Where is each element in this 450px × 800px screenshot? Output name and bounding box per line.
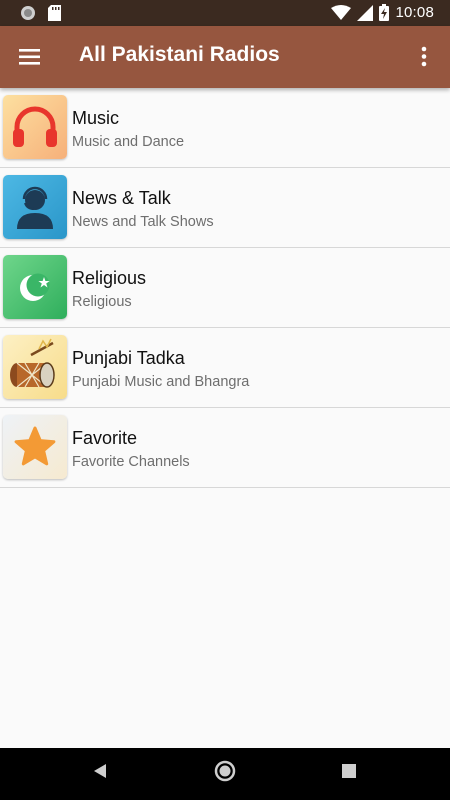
overflow-menu-icon xyxy=(421,46,427,67)
status-left xyxy=(20,5,61,21)
item-subtitle: Music and Dance xyxy=(72,134,185,150)
signal-icon xyxy=(357,4,374,21)
notification-dot-icon xyxy=(21,6,35,20)
status-time: 10:08 xyxy=(395,4,434,21)
item-subtitle: Favorite Channels xyxy=(72,454,190,470)
star-icon xyxy=(3,415,67,479)
recents-button[interactable] xyxy=(341,763,357,784)
list-item-religious[interactable]: Religious Religious xyxy=(0,248,450,328)
category-list: Music Music and Dance News & Talk News a… xyxy=(0,88,450,488)
item-title: Punjabi Tadka xyxy=(72,348,185,368)
list-item-favorite[interactable]: Favorite Favorite Channels xyxy=(0,408,450,488)
back-button[interactable] xyxy=(92,762,108,785)
item-title: Music xyxy=(72,108,120,128)
item-title: Religious xyxy=(72,268,147,288)
navigation-bar xyxy=(0,748,450,800)
item-subtitle: Punjabi Music and Bhangra xyxy=(72,374,250,390)
overflow-menu-button[interactable] xyxy=(410,44,438,70)
list-item-news-talk[interactable]: News & Talk News and Talk Shows xyxy=(0,168,450,248)
home-button[interactable] xyxy=(214,760,236,787)
recents-icon xyxy=(342,764,356,778)
hamburger-menu-button[interactable] xyxy=(16,44,44,70)
sd-card-icon xyxy=(48,5,61,21)
item-title: News & Talk xyxy=(72,188,171,208)
back-icon xyxy=(94,764,106,778)
home-icon xyxy=(214,760,236,782)
dhol-drum-icon xyxy=(3,335,67,399)
hamburger-menu-icon xyxy=(19,49,40,65)
news-anchor-icon xyxy=(3,175,67,239)
item-subtitle: Religious xyxy=(72,294,132,310)
item-subtitle: News and Talk Shows xyxy=(72,214,214,230)
battery-charging-icon xyxy=(379,4,390,21)
item-title: Favorite xyxy=(72,428,138,448)
status-bar: 10:08 xyxy=(0,0,450,26)
list-item-punjabi-tadka[interactable]: Punjabi Tadka Punjabi Music and Bhangra xyxy=(0,328,450,408)
app-bar: All Pakistani Radios xyxy=(0,26,450,88)
crescent-star-icon xyxy=(3,255,67,319)
status-right: 10:08 xyxy=(331,4,434,21)
list-item-music[interactable]: Music Music and Dance xyxy=(0,88,450,168)
wifi-icon xyxy=(331,4,352,20)
app-title: All Pakistani Radios xyxy=(79,43,280,66)
headphones-icon xyxy=(3,95,67,159)
